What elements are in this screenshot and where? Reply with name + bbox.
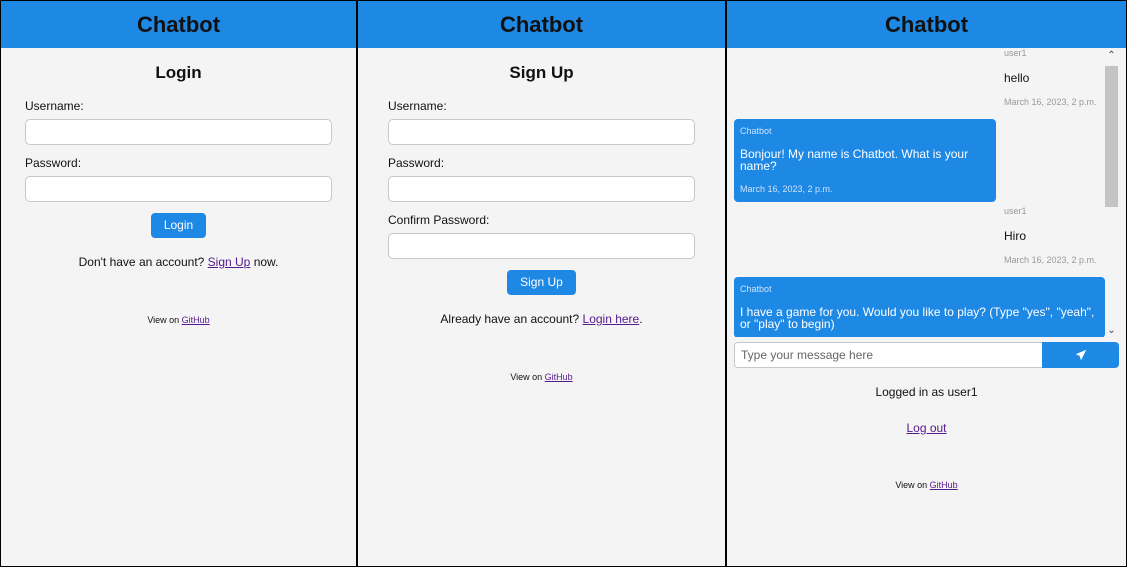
password-input[interactable] — [25, 176, 332, 202]
message-text: I have a game for you. Would you like to… — [740, 305, 1095, 331]
app-header: Chatbot — [1, 1, 356, 48]
confirm-password-label: Confirm Password: — [388, 213, 490, 227]
bot-message: Chatbot I have a game for you. Would you… — [734, 277, 1105, 337]
password-label: Password: — [25, 156, 82, 170]
app-title: Chatbot — [884, 11, 969, 37]
login-button[interactable]: Login — [150, 213, 207, 238]
password-input[interactable] — [388, 176, 695, 202]
login-panel: Chatbot Login Username: Password: Login … — [1, 1, 356, 566]
app-title: Chatbot — [499, 11, 584, 37]
message-list[interactable]: user1 hello March 16, 2023, 2 p.m. Chatb… — [727, 48, 1126, 337]
message-composer — [734, 342, 1119, 368]
message-timestamp: March 16, 2023, 2 p.m. — [1004, 97, 1097, 107]
user-message: user1 hello March 16, 2023, 2 p.m. — [1004, 48, 1104, 107]
bot-message: Chatbot Bonjour! My name is Chatbot. Wha… — [734, 119, 996, 202]
username-label: Username: — [25, 99, 84, 113]
footer-text: View on — [510, 372, 545, 382]
footer: View on GitHub — [25, 315, 332, 325]
login-form: Login Username: Password: Login Don't ha… — [1, 63, 356, 325]
signup-prompt: Don't have an account? Sign Up now. — [25, 255, 332, 269]
signup-prompt-suffix: now. — [250, 255, 279, 269]
page-title: Login — [155, 63, 202, 82]
message-sender: user1 — [1004, 48, 1027, 58]
paper-plane-icon — [1075, 349, 1086, 361]
scroll-down-icon[interactable]: ⌄ — [1105, 325, 1118, 337]
password-label: Password: — [388, 156, 445, 170]
login-prompt: Already have an account? Login here. — [388, 312, 695, 326]
message-text: Hiro — [1004, 229, 1027, 243]
confirm-password-input[interactable] — [388, 233, 695, 259]
app-header: Chatbot — [358, 1, 725, 48]
app-header: Chatbot — [727, 1, 1126, 48]
footer-text: View on — [895, 480, 930, 490]
footer: View on GitHub — [727, 480, 1126, 490]
login-prompt-suffix: . — [639, 312, 643, 326]
message-sender: Chatbot — [740, 126, 772, 136]
signup-prompt-text: Don't have an account? — [78, 255, 208, 269]
footer-text: View on — [147, 315, 182, 325]
signup-panel: Chatbot Sign Up Username: Password: Conf… — [358, 1, 725, 566]
signup-form: Sign Up Username: Password: Confirm Pass… — [358, 63, 725, 382]
username-input[interactable] — [25, 119, 332, 145]
scrollbar[interactable]: ⌃ ⌄ — [1105, 48, 1118, 337]
message-input[interactable] — [734, 342, 1042, 368]
login-prompt-text: Already have an account? — [440, 312, 583, 326]
message-text: hello — [1004, 71, 1030, 85]
username-input[interactable] — [388, 119, 695, 145]
message-timestamp: March 16, 2023, 2 p.m. — [1004, 255, 1097, 265]
message-timestamp: March 16, 2023, 2 p.m. — [740, 184, 833, 194]
signup-link[interactable]: Sign Up — [208, 255, 251, 269]
scrollbar-thumb[interactable] — [1105, 66, 1118, 207]
login-link[interactable]: Login here — [583, 312, 640, 326]
signup-button[interactable]: Sign Up — [507, 270, 576, 295]
app-title: Chatbot — [136, 11, 221, 37]
logged-in-status: Logged in as user1 — [875, 385, 978, 399]
message-sender: user1 — [1004, 206, 1027, 216]
username-label: Username: — [388, 99, 447, 113]
page-title: Sign Up — [509, 63, 574, 82]
user-message: user1 Hiro March 16, 2023, 2 p.m. — [1004, 206, 1104, 265]
github-link[interactable]: GitHub — [182, 315, 210, 325]
message-text: Bonjour! My name is Chatbot. What is you… — [740, 147, 969, 173]
message-sender: Chatbot — [740, 284, 772, 294]
github-link[interactable]: GitHub — [930, 480, 958, 490]
send-button[interactable] — [1042, 342, 1119, 368]
scroll-up-icon[interactable]: ⌃ — [1105, 50, 1118, 62]
footer: View on GitHub — [388, 372, 695, 382]
logout-link[interactable]: Log out — [906, 421, 946, 435]
github-link[interactable]: GitHub — [545, 372, 573, 382]
chat-panel: Chatbot user1 hello March 16, 2023, 2 p.… — [727, 1, 1126, 566]
